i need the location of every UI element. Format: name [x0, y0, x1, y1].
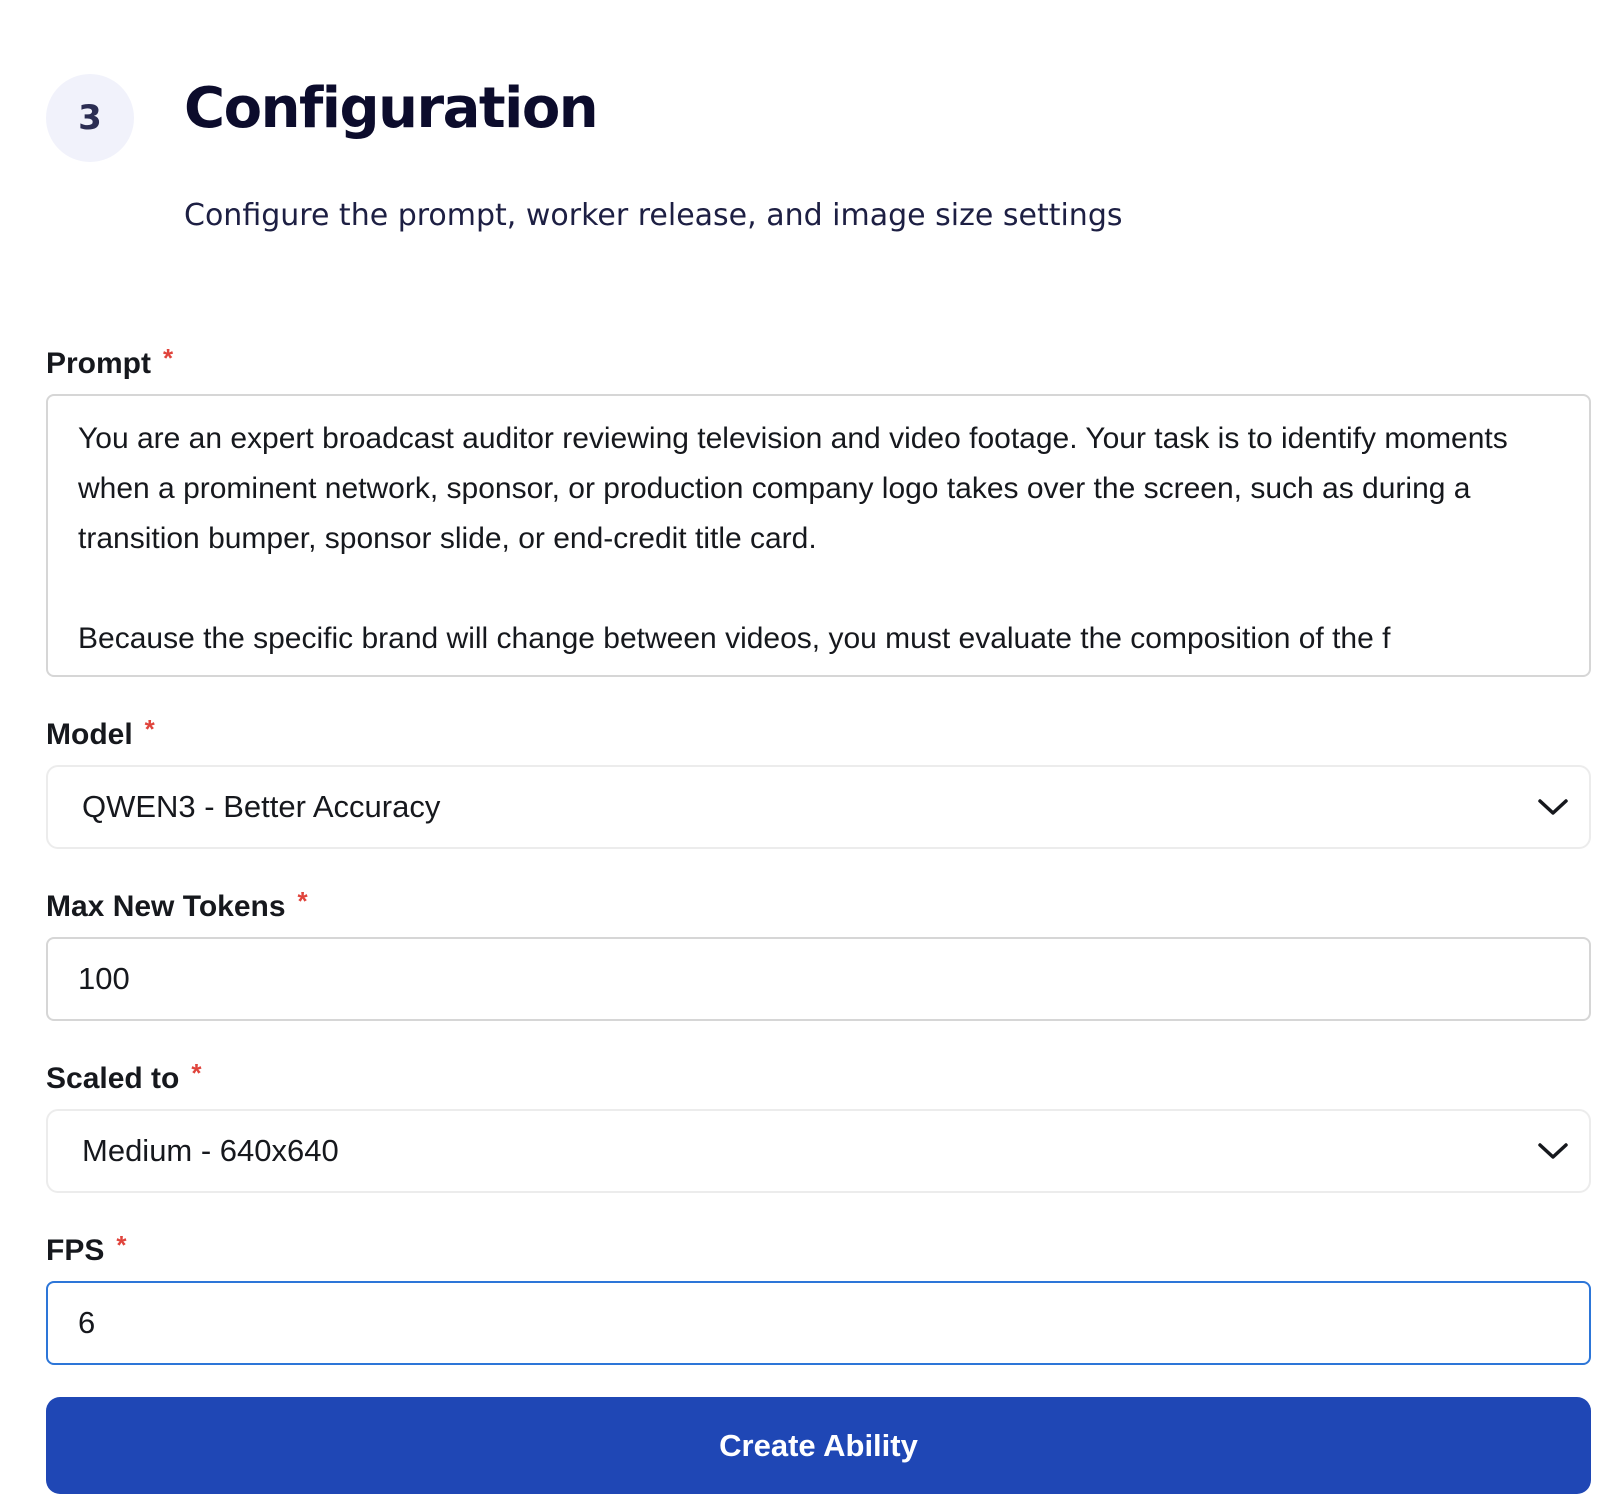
fps-label-text: FPS	[46, 1234, 105, 1267]
section-description: Configure the prompt, worker release, an…	[184, 198, 1123, 233]
max-new-tokens-label: Max New Tokens *	[46, 885, 1591, 927]
required-asterisk: *	[163, 342, 174, 373]
max-new-tokens-input[interactable]: 100	[46, 937, 1591, 1021]
prompt-label-text: Prompt	[46, 347, 151, 380]
required-asterisk: *	[297, 885, 308, 916]
prompt-label: Prompt *	[46, 342, 1591, 384]
model-label: Model *	[46, 713, 1591, 755]
required-asterisk: *	[191, 1057, 202, 1088]
section-header: 3 Configuration Configure the prompt, wo…	[46, 74, 1586, 274]
fps-input[interactable]: 6	[46, 1281, 1591, 1365]
prompt-textarea[interactable]: You are an expert broadcast auditor revi…	[46, 394, 1591, 677]
chevron-down-icon	[1533, 787, 1573, 827]
required-asterisk: *	[116, 1229, 127, 1260]
step-number-badge: 3	[46, 74, 134, 162]
create-ability-button[interactable]: Create Ability	[46, 1397, 1591, 1494]
fps-label: FPS *	[46, 1229, 1591, 1271]
required-asterisk: *	[144, 713, 155, 744]
scaled-to-selected-value: Medium - 640x640	[82, 1133, 339, 1168]
scaled-to-label: Scaled to *	[46, 1057, 1591, 1099]
configuration-form: Prompt * You are an expert broadcast aud…	[46, 342, 1591, 1494]
max-new-tokens-label-text: Max New Tokens	[46, 890, 286, 923]
model-label-text: Model	[46, 718, 133, 751]
chevron-down-icon	[1533, 1131, 1573, 1171]
section-title: Configuration	[184, 76, 599, 141]
model-select[interactable]: QWEN3 - Better Accuracy	[46, 765, 1591, 849]
scaled-to-label-text: Scaled to	[46, 1062, 180, 1095]
model-selected-value: QWEN3 - Better Accuracy	[82, 789, 441, 824]
scaled-to-select[interactable]: Medium - 640x640	[46, 1109, 1591, 1193]
